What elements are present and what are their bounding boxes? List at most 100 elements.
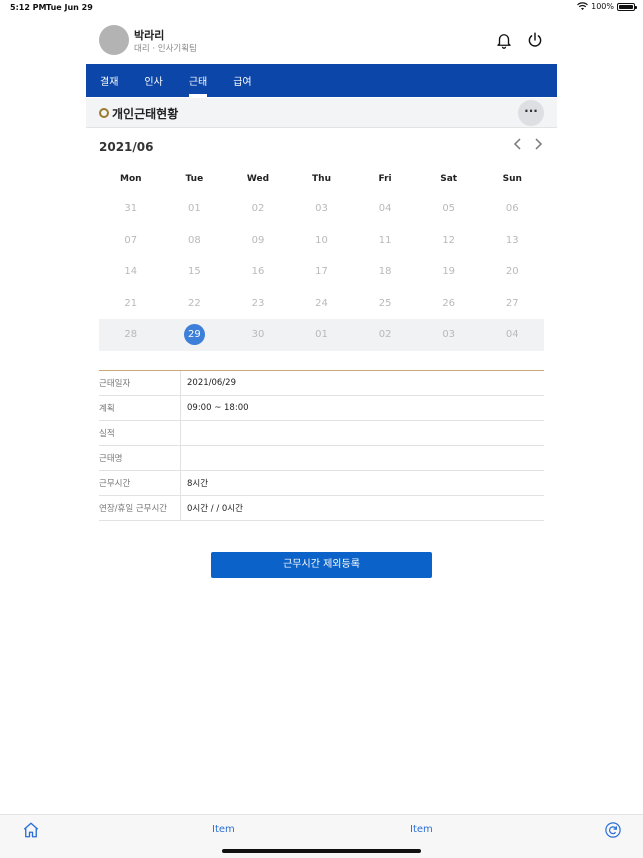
- calendar-day[interactable]: 08: [163, 225, 227, 257]
- calendar-day[interactable]: 03: [290, 193, 354, 225]
- calendar-day[interactable]: 30: [226, 319, 290, 351]
- calendar-day[interactable]: 06: [480, 193, 544, 225]
- user-dept: 대리 · 인사기획팀: [134, 44, 197, 54]
- info-key: 연장/휴일 근무시간: [99, 496, 181, 520]
- calendar-day[interactable]: 01: [290, 319, 354, 351]
- user-name: 박라리: [134, 29, 165, 42]
- calendar-day[interactable]: 28: [99, 319, 163, 351]
- more-button[interactable]: ···: [518, 100, 544, 126]
- tab-payroll[interactable]: 급여: [233, 64, 251, 97]
- calendar-day[interactable]: 13: [480, 225, 544, 257]
- info-key: 근무시간: [99, 471, 181, 495]
- info-row: 근무시간 8시간: [99, 471, 544, 496]
- calendar-day[interactable]: 25: [353, 288, 417, 320]
- calendar-day[interactable]: 20: [480, 256, 544, 288]
- info-value: [181, 446, 544, 470]
- calendar-day[interactable]: 17: [290, 256, 354, 288]
- profile-header: 박라리 대리 · 인사기획팀: [86, 22, 557, 64]
- chevron-left-icon[interactable]: [510, 137, 526, 155]
- calendar-week: 31 01 02 03 04 05 06: [99, 193, 544, 225]
- bottom-item-1[interactable]: Item: [212, 824, 235, 835]
- section-header: 개인근태현황 ···: [86, 98, 557, 128]
- calendar-day[interactable]: 31: [99, 193, 163, 225]
- calendar-day[interactable]: 05: [417, 193, 481, 225]
- info-row: 근태명: [99, 446, 544, 471]
- calendar-day[interactable]: 02: [353, 319, 417, 351]
- calendar-day[interactable]: 24: [290, 288, 354, 320]
- calendar-day[interactable]: 02: [226, 193, 290, 225]
- circle-icon: [99, 108, 109, 118]
- info-value: 8시간: [187, 479, 209, 489]
- attendance-info-table: 근태일자 2021/06/29 계획 09:00 ~ 18:00 실적 근태명 …: [99, 370, 544, 521]
- calendar-day[interactable]: 23: [226, 288, 290, 320]
- info-value: 2021/06/29: [187, 378, 236, 388]
- tab-hr[interactable]: 인사: [144, 64, 162, 97]
- info-row: 계획 09:00 ~ 18:00: [99, 396, 544, 421]
- weekday-label: Mon: [120, 174, 142, 184]
- calendar-day[interactable]: 09: [226, 225, 290, 257]
- calendar-day[interactable]: 21: [99, 288, 163, 320]
- info-value: 09:00 ~ 18:00: [187, 403, 249, 413]
- selected-day-badge: 29: [183, 324, 205, 346]
- avatar[interactable]: [99, 25, 129, 55]
- weekday-label: Tue: [185, 174, 204, 184]
- calendar-week-selected: 28 29 30 01 02 03 04: [99, 319, 544, 351]
- info-key: 계획: [99, 396, 181, 420]
- section-title: 개인근태현황: [112, 107, 179, 121]
- calendar-week: 14 15 16 17 18 19 20: [99, 256, 544, 288]
- month-label: 2021/06: [99, 140, 154, 154]
- calendar-day[interactable]: 15: [163, 256, 227, 288]
- home-icon[interactable]: [22, 821, 40, 839]
- weekday-label: Thu: [312, 174, 331, 184]
- bell-icon[interactable]: [495, 31, 513, 49]
- info-row: 근태일자 2021/06/29: [99, 371, 544, 396]
- calendar-day[interactable]: 19: [417, 256, 481, 288]
- weekday-label: Wed: [246, 174, 270, 184]
- status-date: Tue Jun 29: [46, 3, 93, 12]
- weekday-label: Sat: [440, 174, 458, 184]
- calendar-week: 21 22 23 24 25 26 27: [99, 288, 544, 320]
- info-value: 0시간 / / 0시간: [187, 504, 243, 514]
- status-bar: 5:12 PM Tue Jun 29 100%: [0, 0, 643, 16]
- info-row: 연장/휴일 근무시간 0시간 / / 0시간: [99, 496, 544, 521]
- calendar: Mon Tue Wed Thu Fri Sat Sun 31 01 02 03 …: [99, 165, 544, 351]
- main-tabs: 결재 인사 근태 급여: [86, 64, 557, 97]
- weekday-label: Sun: [502, 174, 522, 184]
- calendar-day[interactable]: 07: [99, 225, 163, 257]
- exclude-work-hours-button[interactable]: 근무시간 제외등록: [211, 552, 432, 578]
- calendar-day[interactable]: 03: [417, 319, 481, 351]
- info-key: 근태일자: [99, 371, 181, 395]
- info-key: 근태명: [99, 446, 181, 470]
- weekday-label: Fri: [378, 174, 392, 184]
- power-icon[interactable]: [526, 31, 544, 49]
- bottom-item-2[interactable]: Item: [410, 824, 433, 835]
- wifi-icon: [577, 2, 589, 10]
- tab-attendance[interactable]: 근태: [188, 64, 208, 97]
- calendar-day[interactable]: 04: [353, 193, 417, 225]
- calendar-day[interactable]: 14: [99, 256, 163, 288]
- calendar-day[interactable]: 18: [353, 256, 417, 288]
- info-value: [181, 421, 544, 445]
- battery-icon: [617, 2, 637, 11]
- info-row: 실적: [99, 421, 544, 446]
- home-indicator: [222, 849, 421, 853]
- refresh-icon[interactable]: [604, 821, 622, 839]
- info-key: 실적: [99, 421, 181, 445]
- calendar-weekday-header: Mon Tue Wed Thu Fri Sat Sun: [99, 165, 544, 193]
- status-right: 100%: [577, 2, 637, 11]
- calendar-day[interactable]: 16: [226, 256, 290, 288]
- calendar-day[interactable]: 27: [480, 288, 544, 320]
- calendar-day[interactable]: 12: [417, 225, 481, 257]
- calendar-week: 07 08 09 10 11 12 13: [99, 225, 544, 257]
- calendar-day[interactable]: 22: [163, 288, 227, 320]
- calendar-day[interactable]: 01: [163, 193, 227, 225]
- calendar-day[interactable]: 10: [290, 225, 354, 257]
- calendar-day[interactable]: 11: [353, 225, 417, 257]
- status-time: 5:12 PM: [10, 3, 47, 12]
- chevron-right-icon[interactable]: [530, 137, 546, 155]
- tab-approval[interactable]: 결재: [100, 64, 118, 97]
- calendar-day-selected[interactable]: 29: [163, 319, 227, 351]
- calendar-day[interactable]: 04: [480, 319, 544, 351]
- calendar-day[interactable]: 26: [417, 288, 481, 320]
- battery-percent: 100%: [591, 2, 614, 11]
